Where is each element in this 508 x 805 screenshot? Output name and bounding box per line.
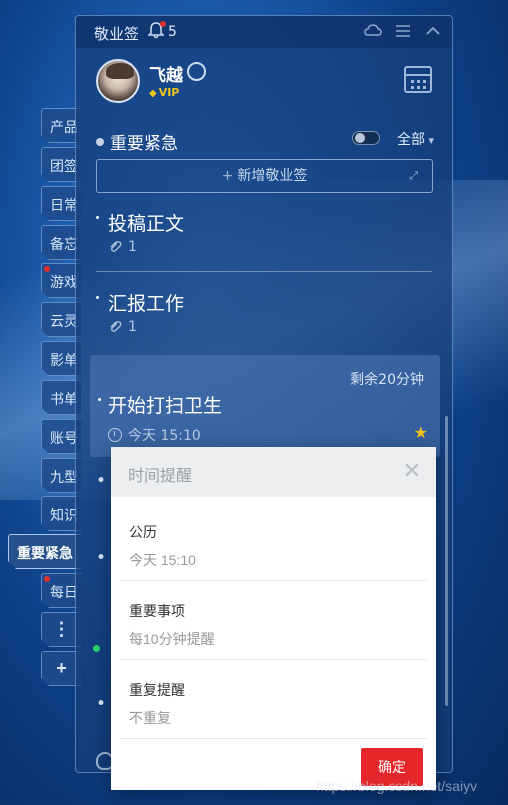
setting-value: 不重复 [129, 710, 171, 726]
dialog-header: 时间提醒 ✕ [111, 447, 436, 497]
note-attachments: 1 [108, 239, 137, 255]
attachment-count: 1 [128, 319, 137, 335]
unread-dot [44, 266, 50, 272]
tab-label: 团签 [50, 158, 78, 174]
selected-note[interactable]: 剩余20分钟 开始打扫卫生 今天 15:10 ★ [90, 355, 440, 457]
note-bullet: • [96, 694, 107, 714]
watermark: https://blog.csdn.net/saiyv [316, 778, 478, 794]
note-bullet: • [96, 471, 107, 491]
unread-dot [44, 576, 50, 582]
category-tabs: 产品 团签 日常 备忘 游戏 云灵 影单 书单 账号 九型 知识 重要紧急 每日… [0, 0, 80, 805]
category-name: 重要紧急 [110, 134, 178, 154]
tab-label: 游戏 [50, 274, 78, 290]
note-bullet [96, 216, 99, 219]
scrollbar[interactable] [445, 416, 448, 706]
window-controls [364, 22, 442, 40]
tab-label: 重要紧急 [17, 545, 73, 561]
status-emoji-icon[interactable] [187, 62, 206, 81]
tab-label: 备忘 [50, 236, 78, 252]
setting-label: 重复提醒 [129, 682, 185, 698]
app-title: 敬业签 [94, 26, 140, 43]
divider [96, 271, 432, 272]
note-bullet [96, 296, 99, 299]
expand-icon[interactable]: ⤢ [409, 160, 418, 192]
plus-icon: + [56, 658, 67, 678]
tab-label: 账号 [50, 430, 78, 446]
paperclip-icon [110, 240, 122, 253]
avatar[interactable] [96, 59, 140, 103]
divider [120, 738, 427, 739]
repeat-setting[interactable]: 重复提醒 不重复 [120, 660, 427, 739]
view-toggle[interactable] [352, 131, 380, 145]
time-reminder-dialog: 时间提醒 ✕ 公历 今天 15:10 重要事项 每10分钟提醒 重复提醒 不重复… [111, 447, 436, 790]
clock-icon [108, 428, 122, 442]
notification-dot [160, 21, 166, 27]
add-note-label: 新增敬业签 [237, 168, 308, 184]
attachment-count: 1 [128, 239, 137, 255]
tab-label: 云灵 [50, 313, 78, 329]
setting-value: 今天 15:10 [129, 552, 196, 568]
note-bullet [98, 398, 101, 401]
category-header: 重要紧急 [96, 129, 178, 154]
tab-label: 产品 [50, 119, 78, 135]
remaining-time: 剩余20分钟 [350, 372, 424, 388]
setting-label: 公历 [129, 524, 157, 540]
more-icon: ⋮ [52, 619, 71, 639]
note-item[interactable]: 汇报工作 1 [96, 289, 432, 353]
note-item[interactable]: 投稿正文 1 [96, 209, 432, 273]
setting-value: 每10分钟提醒 [129, 631, 215, 647]
add-note-button[interactable]: + 新增敬业签 ⤢ [96, 159, 433, 193]
title-bar: 敬业签 5 [76, 16, 452, 48]
note-bullet: • [96, 548, 107, 568]
priority-setting[interactable]: 重要事项 每10分钟提醒 [120, 581, 427, 660]
collapse-icon[interactable] [424, 22, 442, 40]
reminder-time: 今天 15:10 [108, 425, 201, 445]
note-title: 开始打扫卫生 [108, 395, 223, 417]
tab-label: 书单 [50, 391, 78, 407]
notification-count: 5 [168, 24, 177, 40]
tab-label: 每日 [50, 584, 78, 600]
dialog-title: 时间提醒 [128, 468, 193, 485]
paperclip-icon [110, 320, 122, 333]
close-icon[interactable]: ✕ [403, 460, 421, 482]
reminder-time-text: 今天 15:10 [128, 428, 201, 444]
tab-label: 九型 [50, 469, 78, 485]
note-title: 汇报工作 [108, 293, 185, 315]
tab-label: 影单 [50, 352, 78, 368]
online-dot [93, 645, 100, 652]
username: 飞越 [149, 66, 183, 86]
note-title: 投稿正文 [108, 213, 185, 235]
star-icon[interactable]: ★ [414, 423, 428, 442]
bell-icon[interactable] [147, 21, 166, 40]
calendar-icon[interactable] [404, 66, 432, 93]
date-setting[interactable]: 公历 今天 15:10 [120, 502, 427, 581]
tab-important-urgent[interactable]: 重要紧急 [8, 534, 81, 569]
category-dot [96, 137, 104, 146]
tab-label: 知识 [50, 507, 78, 523]
note-attachments: 1 [108, 319, 137, 335]
setting-label: 重要事项 [129, 603, 185, 619]
cloud-sync-icon[interactable] [364, 22, 382, 40]
tab-label: 日常 [50, 197, 78, 213]
menu-icon[interactable] [394, 22, 412, 40]
plus-icon: + [221, 168, 234, 184]
filter-dropdown[interactable]: 全部 [397, 129, 434, 149]
vip-badge: VIP [149, 86, 180, 99]
